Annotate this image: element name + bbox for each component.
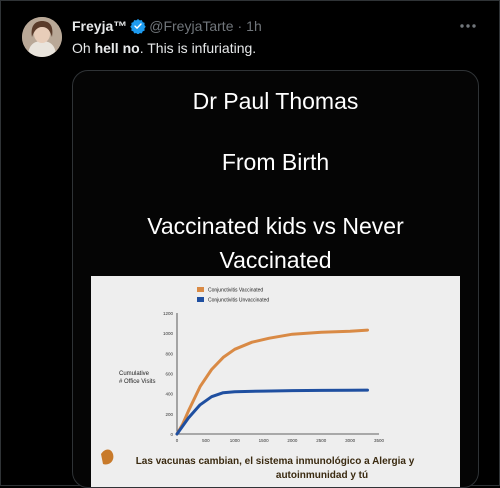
x-tick-label: 2500 — [316, 438, 327, 443]
legend-label-1: Conjunctivitis Vaccinated — [208, 288, 263, 294]
x-tick-label: 3500 — [374, 438, 385, 443]
x-tick-label: 3000 — [345, 438, 356, 443]
media-line-3: Vaccinated kids vs Never — [147, 213, 404, 239]
chart-area: 1200 1000 800 600 400 200 0 0 500 1000 1500 2000 250… — [91, 276, 460, 487]
chart-svg: 1200100080060040020000 500 1000 1500 2000 250… — [101, 287, 415, 481]
tweet-text-bold: hell no — [94, 40, 140, 56]
y-tick-label: 1000 — [163, 331, 174, 336]
legend-label-2: Conjunctivitis Unvaccinated — [208, 298, 269, 304]
avatar-image — [22, 17, 62, 57]
y-axis-label-line1: Cumulative — [119, 371, 150, 377]
media-video[interactable]: Dr Paul Thomas From Birth Vaccinated kid… — [72, 70, 479, 488]
more-options-icon[interactable] — [458, 16, 478, 36]
chart-series — [175, 328, 369, 436]
media-line-2: From Birth — [221, 149, 330, 175]
series-line-1 — [175, 328, 369, 436]
x-tick-label: 0 — [176, 438, 179, 443]
tweet-text: Oh hell no. This is infuriating. — [72, 40, 256, 56]
verified-badge-icon[interactable] — [130, 18, 146, 34]
tweet-text-prefix: Oh — [72, 40, 95, 56]
subtitle-line-2: autoinmunidad y tú — [276, 470, 368, 481]
avatar[interactable] — [22, 17, 62, 57]
y-tick-label: 200 — [165, 412, 173, 417]
x-tick-label: 1000 — [230, 438, 241, 443]
y-tick-label: 800 — [165, 351, 173, 356]
media-line-4: Vaccinated — [219, 247, 332, 273]
x-tick-label: 2000 — [287, 438, 298, 443]
y-tick-label: 0 — [170, 432, 173, 437]
separator-dot: · — [237, 18, 243, 34]
chart-legend: Conjunctivitis Vaccinated Conjunctivitis … — [197, 287, 269, 304]
y-tick-label: 400 — [165, 392, 173, 397]
subtitle-emblem — [101, 449, 114, 465]
series-line-2 — [175, 388, 369, 436]
legend-swatch-2 — [197, 297, 204, 302]
legend-swatch-1 — [197, 287, 204, 292]
author-handle[interactable]: @FreyjaTarte — [149, 18, 233, 34]
y-tick-label: 1200 — [163, 311, 174, 316]
y-tick-label: 600 — [165, 372, 173, 377]
timestamp[interactable]: 1h — [246, 18, 262, 34]
x-tick-label: 1500 — [259, 438, 270, 443]
author-name[interactable]: Freyja™ — [72, 18, 127, 34]
tweet-header: Freyja™ @FreyjaTarte · 1h — [72, 17, 262, 35]
subtitle-line-1: Las vacunas cambian, el sistema inmunoló… — [136, 456, 415, 467]
tweet-text-suffix: . This is infuriating. — [139, 40, 257, 56]
y-axis-label-line2: # Office Visits — [119, 379, 155, 385]
media-line-1: Dr Paul Thomas — [192, 88, 359, 114]
x-tick-label: 500 — [202, 438, 210, 443]
